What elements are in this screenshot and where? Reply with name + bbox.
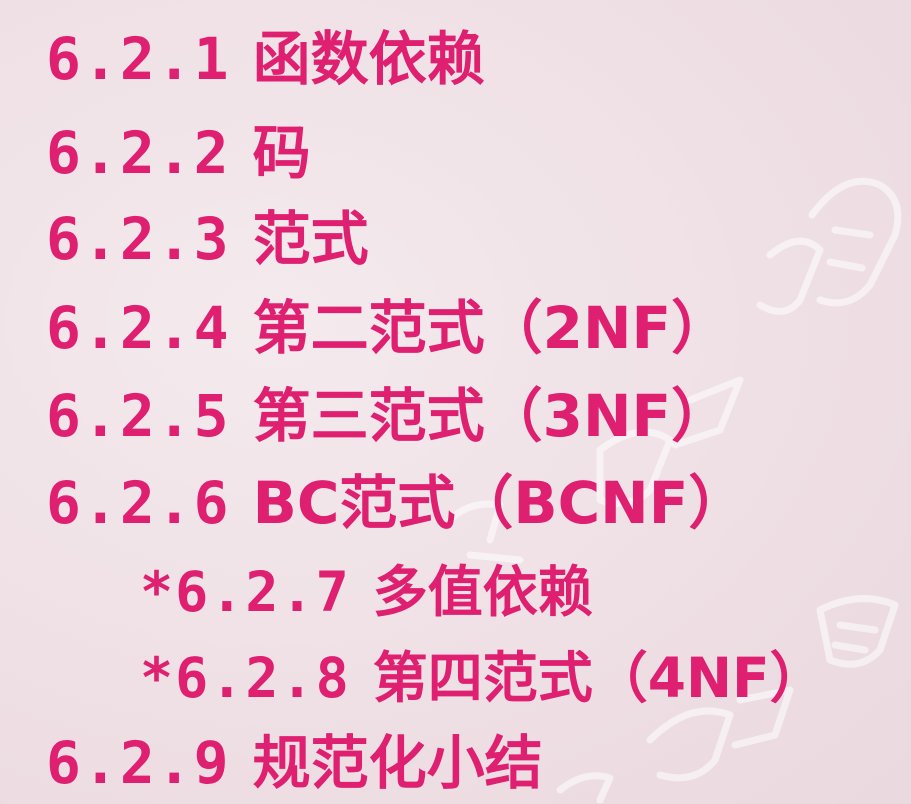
toc-item-title: 多值依赖 xyxy=(372,560,593,624)
toc-item-number: 6.2.6 xyxy=(46,469,231,537)
toc-item-title: 函数依赖 xyxy=(252,25,485,93)
toc-item-number: 6.2.1 xyxy=(46,25,231,93)
toc-item-6-2-8: *6.2.8 第四范式（4NF） xyxy=(140,643,825,713)
toc-item-title: 第二范式（2NF） xyxy=(252,294,730,362)
toc-item-title: 第三范式（3NF） xyxy=(252,382,730,450)
toc-item-number: 6.2.2 xyxy=(46,119,231,187)
table-of-contents: 6.2.1 函数依赖 6.2.2 码 6.2.3 范式 6.2.4 第二范式（2NF） … xyxy=(0,0,911,804)
toc-item-number: 6.2.3 xyxy=(46,205,231,273)
toc-item-title: 范式 xyxy=(252,205,369,273)
toc-item-number: *6.2.8 xyxy=(140,646,351,710)
toc-item-6-2-9: 6.2.9 规范化小结 xyxy=(46,728,543,798)
toc-item-6-2-3: 6.2.3 范式 xyxy=(46,204,369,274)
toc-item-number: *6.2.7 xyxy=(140,560,351,624)
toc-item-6-2-1: 6.2.1 函数依赖 xyxy=(46,24,485,94)
toc-item-6-2-7: *6.2.7 多值依赖 xyxy=(140,557,593,627)
toc-item-6-2-6: 6.2.6 BC范式（BCNF） xyxy=(46,468,746,538)
toc-item-6-2-5: 6.2.5 第三范式（3NF） xyxy=(46,381,729,451)
toc-item-number: 6.2.5 xyxy=(46,382,231,450)
toc-item-title: BC范式（BCNF） xyxy=(252,469,747,537)
slide: 6.2.1 函数依赖 6.2.2 码 6.2.3 范式 6.2.4 第二范式（2NF） … xyxy=(0,0,911,804)
toc-item-number: 6.2.4 xyxy=(46,294,231,362)
toc-item-title: 规范化小结 xyxy=(252,729,543,797)
toc-item-title: 码 xyxy=(252,119,311,187)
toc-item-6-2-4: 6.2.4 第二范式（2NF） xyxy=(46,293,729,363)
toc-item-6-2-2: 6.2.2 码 xyxy=(46,118,311,188)
toc-item-title: 第四范式（4NF） xyxy=(372,646,825,710)
toc-item-number: 6.2.9 xyxy=(46,729,231,797)
